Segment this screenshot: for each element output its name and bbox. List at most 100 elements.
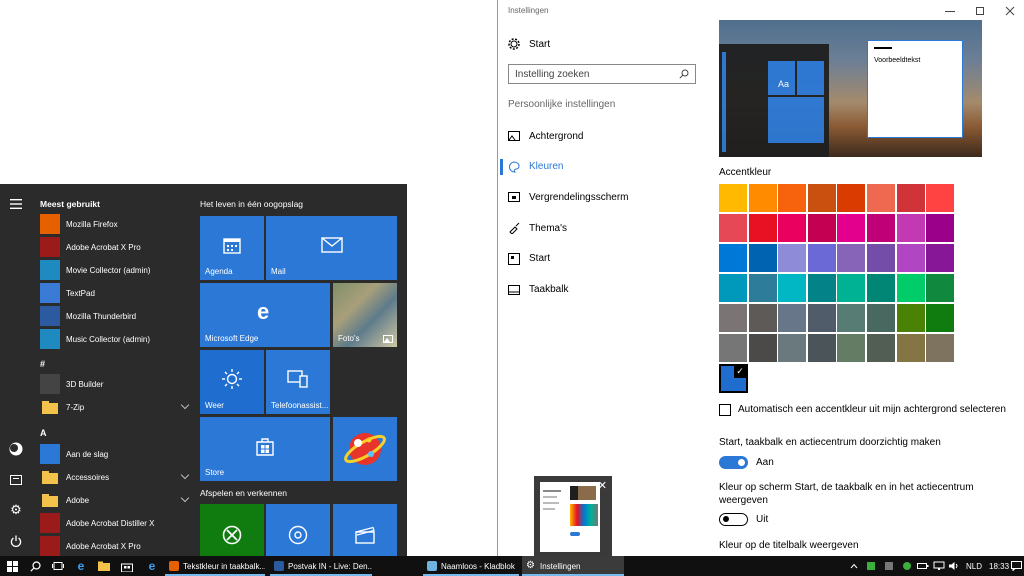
accent-swatch[interactable]: [807, 334, 836, 362]
nav-item-5[interactable]: Taakbalk: [508, 278, 703, 302]
tile-groove[interactable]: [266, 504, 330, 556]
auto-accent-checkbox[interactable]: [719, 404, 731, 416]
tile-mail[interactable]: Mail: [266, 216, 397, 280]
group-header-a[interactable]: A: [40, 428, 47, 438]
taskbar-edge[interactable]: e: [72, 558, 90, 574]
search-button[interactable]: [26, 558, 44, 574]
nav-item-2[interactable]: Vergrendelingsscherm: [508, 185, 703, 209]
tile-weather[interactable]: Weer: [200, 350, 264, 414]
accent-swatch[interactable]: [837, 184, 866, 212]
tile-xbox[interactable]: [200, 504, 264, 556]
accent-swatch[interactable]: [807, 274, 836, 302]
accent-swatch[interactable]: [748, 304, 777, 332]
app-item-a-0[interactable]: Aan de slag: [40, 443, 190, 465]
tile-movies[interactable]: [333, 504, 397, 556]
transparency-toggle[interactable]: [719, 456, 748, 469]
accent-swatch[interactable]: [719, 334, 747, 362]
accent-swatch[interactable]: [896, 334, 925, 362]
nav-item-1[interactable]: Kleuren: [508, 155, 703, 179]
accent-swatch[interactable]: [867, 244, 895, 272]
tile-store[interactable]: Store: [200, 417, 330, 481]
language-indicator[interactable]: NLD: [966, 562, 982, 571]
task-view-button[interactable]: [49, 558, 67, 574]
accent-swatch[interactable]: [778, 214, 807, 242]
accent-swatch[interactable]: [748, 334, 777, 362]
accent-swatch[interactable]: [778, 244, 807, 272]
app-item-most-used-3[interactable]: TextPad: [40, 282, 190, 304]
action-center-button[interactable]: [1007, 558, 1024, 574]
accent-swatch[interactable]: [896, 274, 925, 302]
search-icon[interactable]: [679, 69, 689, 79]
chevron-down-icon[interactable]: [180, 493, 190, 503]
accent-swatch[interactable]: [719, 214, 747, 242]
app-item-a-2[interactable]: Adobe: [40, 489, 190, 511]
taskbar-ie[interactable]: e: [143, 558, 161, 574]
taskbar-app-3[interactable]: ⚙ Instellingen: [522, 556, 624, 576]
accent-swatch[interactable]: [896, 304, 925, 332]
color-on-start-toggle[interactable]: [719, 513, 748, 526]
accent-swatch[interactable]: [748, 274, 777, 302]
accent-swatch[interactable]: [807, 214, 836, 242]
accent-swatch[interactable]: [867, 274, 895, 302]
taskbar-app-1[interactable]: Postvak IN - Live: Den...: [270, 556, 372, 576]
accent-swatch[interactable]: [867, 184, 895, 212]
accent-swatch[interactable]: [807, 184, 836, 212]
app-item-most-used-0[interactable]: Mozilla Firefox: [40, 213, 190, 235]
accent-swatch[interactable]: [837, 244, 866, 272]
nav-home[interactable]: Start: [508, 32, 703, 56]
app-item-hash-0[interactable]: 3D Builder: [40, 373, 190, 395]
accent-swatch[interactable]: [926, 304, 955, 332]
accent-swatch[interactable]: [807, 304, 836, 332]
accent-swatch[interactable]: [778, 184, 807, 212]
app-item-a-1[interactable]: Accessoires: [40, 466, 190, 488]
accent-swatch[interactable]: [837, 214, 866, 242]
nav-item-4[interactable]: Start: [508, 247, 703, 271]
tray-app-2[interactable]: [880, 558, 898, 574]
settings-search[interactable]: Instelling zoeken: [508, 64, 696, 84]
selected-accent-swatch[interactable]: ✓: [719, 364, 748, 393]
taskbar-file-explorer[interactable]: [95, 558, 113, 574]
accent-swatch[interactable]: [778, 304, 807, 332]
accent-swatch[interactable]: [926, 184, 955, 212]
user-icon[interactable]: [8, 441, 24, 457]
nav-item-0[interactable]: Achtergrond: [508, 124, 703, 148]
taskbar-app-2[interactable]: Naamloos - Kladblok: [423, 556, 519, 576]
tile-photos[interactable]: Foto's: [333, 283, 397, 347]
file-explorer-icon[interactable]: [8, 472, 24, 488]
taskbar-thumbnail[interactable]: ✕: [534, 476, 612, 558]
accent-swatch[interactable]: [896, 214, 925, 242]
app-item-a-3[interactable]: Adobe Acrobat Distiller X: [40, 512, 190, 534]
power-icon[interactable]: [8, 533, 24, 549]
windows-start-button[interactable]: [3, 558, 21, 574]
accent-swatch[interactable]: [926, 244, 955, 272]
taskbar-app-0[interactable]: Tekstkleur in taakbalk...: [165, 556, 265, 576]
accent-swatch[interactable]: [926, 334, 955, 362]
accent-swatch[interactable]: [778, 274, 807, 302]
gear-icon[interactable]: ⚙: [8, 502, 24, 518]
chevron-down-icon[interactable]: [180, 470, 190, 480]
tray-arrow[interactable]: [845, 558, 863, 574]
app-item-most-used-4[interactable]: Mozilla Thunderbird: [40, 305, 190, 327]
app-item-most-used-5[interactable]: Music Collector (admin): [40, 328, 190, 350]
accent-swatch[interactable]: [837, 274, 866, 302]
taskbar-store[interactable]: [118, 558, 136, 574]
accent-swatch[interactable]: [867, 304, 895, 332]
tray-app-1[interactable]: [862, 558, 880, 574]
tile-phone-companion[interactable]: Telefoonassist...: [266, 350, 330, 414]
accent-swatch[interactable]: [719, 244, 747, 272]
tile-edge[interactable]: e Microsoft Edge: [200, 283, 330, 347]
accent-swatch[interactable]: [748, 214, 777, 242]
accent-swatch[interactable]: [807, 244, 836, 272]
accent-swatch[interactable]: [837, 304, 866, 332]
app-item-most-used-1[interactable]: Adobe Acrobat X Pro: [40, 236, 190, 258]
accent-swatch[interactable]: [748, 184, 777, 212]
app-item-hash-1[interactable]: 7-Zip: [40, 396, 190, 418]
accent-swatch[interactable]: [867, 214, 895, 242]
tile-agenda[interactable]: Agenda: [200, 216, 264, 280]
accent-swatch[interactable]: [837, 334, 866, 362]
tile-candy-crush[interactable]: [333, 417, 397, 481]
accent-swatch[interactable]: [896, 184, 925, 212]
accent-swatch[interactable]: [719, 304, 747, 332]
accent-swatch[interactable]: [719, 274, 747, 302]
accent-swatch[interactable]: [926, 274, 955, 302]
